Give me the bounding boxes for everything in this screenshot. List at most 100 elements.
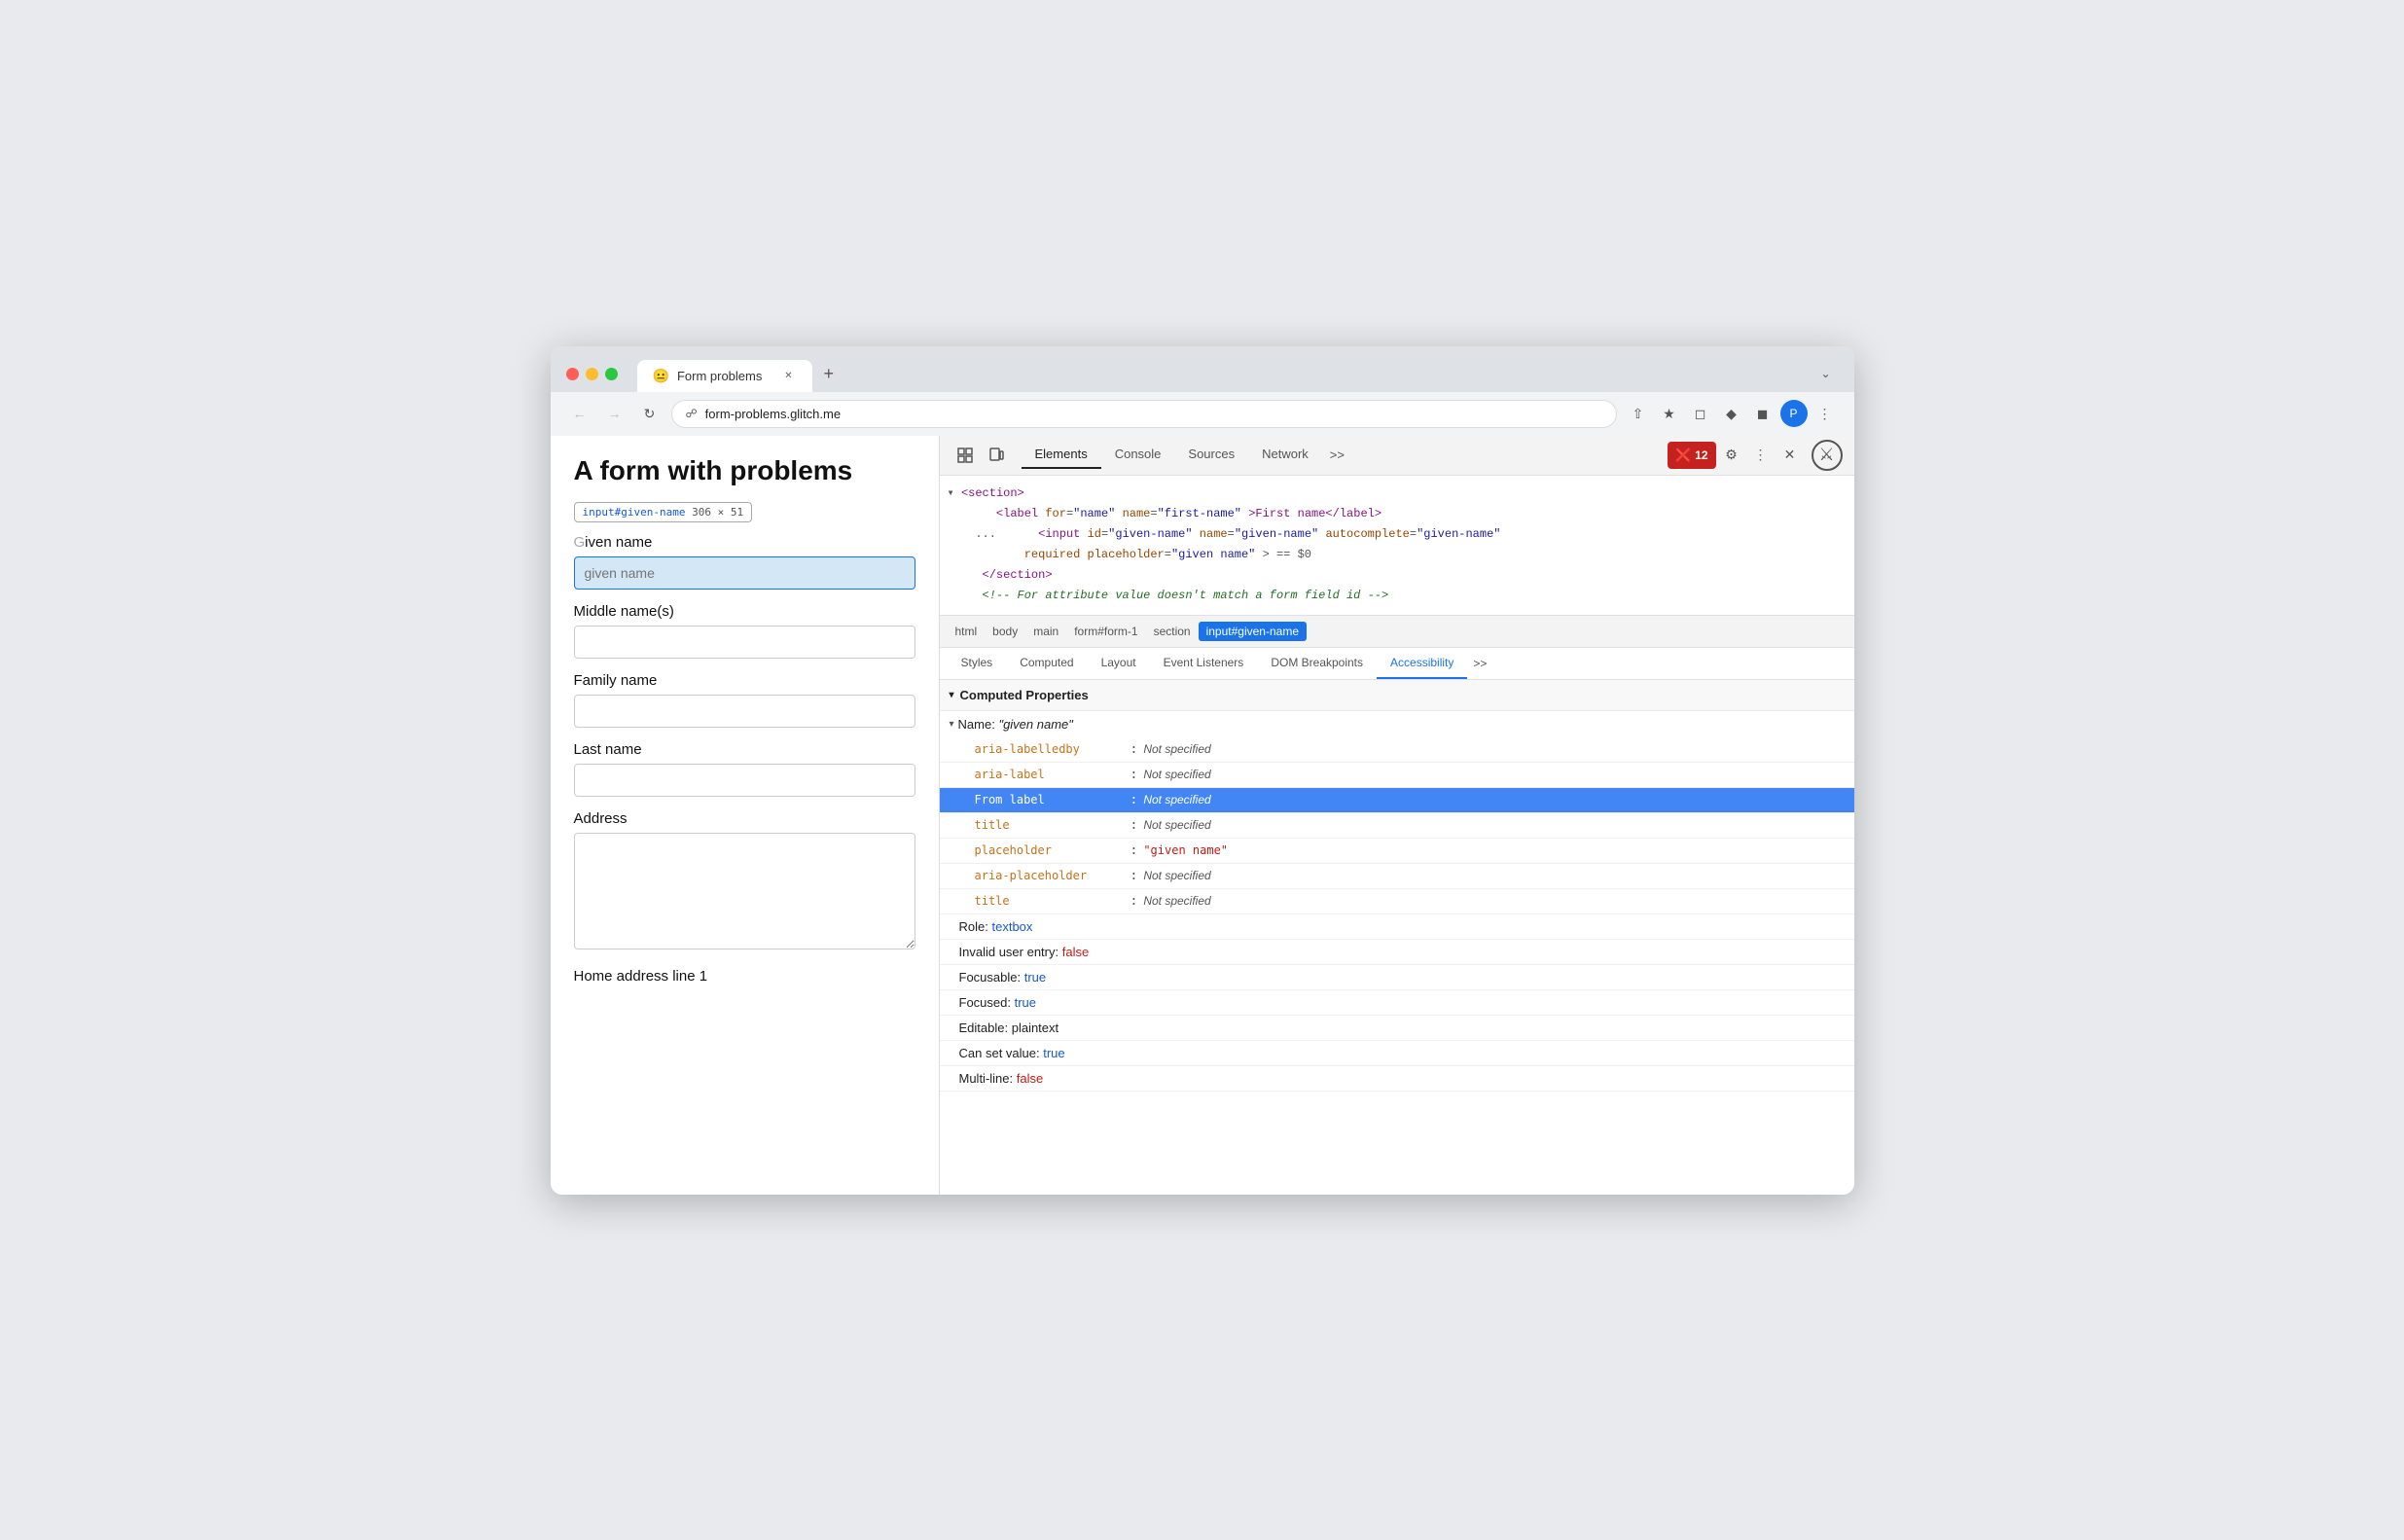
- forward-button[interactable]: →: [601, 400, 628, 427]
- reload-button[interactable]: ↻: [636, 400, 664, 427]
- tab-event-listeners[interactable]: Event Listeners: [1150, 648, 1258, 679]
- lock-icon: ☍: [686, 407, 698, 420]
- address-bar[interactable]: ☍ form-problems.glitch.me: [671, 400, 1617, 428]
- aria-placeholder-val: Not specified: [1143, 869, 1210, 882]
- title2-val: Not specified: [1143, 894, 1210, 908]
- middle-name-label: Middle name(s): [574, 603, 915, 620]
- breadcrumb-main[interactable]: main: [1025, 622, 1066, 641]
- bookmark-button[interactable]: ★: [1656, 400, 1683, 427]
- tab-layout[interactable]: Layout: [1088, 648, 1150, 679]
- devtools-close-button[interactable]: ✕: [1776, 442, 1804, 469]
- sidebar-button[interactable]: ◼: [1749, 400, 1776, 427]
- page-title: A form with problems: [574, 455, 915, 486]
- tab-computed[interactable]: Computed: [1006, 648, 1087, 679]
- aria-placeholder-row: aria-placeholder : Not specified: [940, 864, 1854, 889]
- invalid-label: Invalid user entry:: [959, 945, 1059, 959]
- given-name-label: Given name: [574, 534, 915, 551]
- name-expand-arrow[interactable]: ▾: [950, 719, 954, 730]
- address-label: Address: [574, 810, 915, 827]
- tab-styles[interactable]: Styles: [948, 648, 1007, 679]
- can-set-val: true: [1043, 1046, 1064, 1060]
- role-label: Role:: [959, 919, 988, 934]
- url-text: form-problems.glitch.me: [705, 407, 841, 421]
- dom-line-section-open: ▾ <section>: [940, 483, 1854, 504]
- devtools-tabs: Elements Console Sources Network >>: [1014, 441, 1664, 469]
- aria-labelledby-val: Not specified: [1143, 742, 1210, 756]
- invalid-row: Invalid user entry: false: [940, 940, 1854, 965]
- computed-properties-header[interactable]: ▾ Computed Properties: [940, 680, 1854, 711]
- title2-key: title: [975, 894, 1130, 908]
- breadcrumb-html[interactable]: html: [948, 622, 986, 641]
- breadcrumb-form[interactable]: form#form-1: [1066, 622, 1145, 641]
- address-input[interactable]: [574, 833, 915, 949]
- last-name-input[interactable]: [574, 764, 915, 797]
- role-val: textbox: [991, 919, 1032, 934]
- family-name-input[interactable]: [574, 695, 915, 728]
- placeholder-row: placeholder : "given name": [940, 839, 1854, 864]
- back-button[interactable]: ←: [566, 400, 593, 427]
- role-row: Role: textbox: [940, 914, 1854, 940]
- dom-line-section-close: </section>: [940, 565, 1854, 586]
- devtools-panel: Elements Console Sources Network >> ❌ 12…: [940, 436, 1854, 1195]
- device-toolbar-button[interactable]: [983, 442, 1010, 469]
- close-traffic-light[interactable]: [566, 368, 579, 380]
- aria-placeholder-key: aria-placeholder: [975, 869, 1130, 882]
- devtools-button[interactable]: ◆: [1718, 400, 1745, 427]
- devtools-settings-button[interactable]: ⚙: [1718, 442, 1745, 469]
- editable-label: Editable:: [959, 1021, 1009, 1035]
- active-tab[interactable]: 😐 Form problems ✕: [637, 360, 812, 392]
- multiline-val: false: [1017, 1071, 1043, 1086]
- tab-elements[interactable]: Elements: [1022, 441, 1101, 469]
- editable-row: Editable: plaintext: [940, 1016, 1854, 1041]
- dom-viewer: ▾ <section> <label for="name" name="firs…: [940, 476, 1854, 616]
- menu-button[interactable]: ⋮: [1812, 400, 1839, 427]
- placeholder-val: "given name": [1143, 843, 1228, 857]
- devtools-more-button[interactable]: ⋮: [1747, 442, 1775, 469]
- aria-label-val: Not specified: [1143, 768, 1210, 781]
- from-label-key: From label: [975, 793, 1130, 806]
- tab-console[interactable]: Console: [1101, 441, 1175, 469]
- home-address-label: Home address line 1: [574, 968, 915, 985]
- devtools-more-tabs[interactable]: >>: [1322, 442, 1352, 468]
- error-icon: ❌: [1675, 448, 1691, 463]
- editable-val: plaintext: [1012, 1021, 1058, 1035]
- profile-button[interactable]: P: [1780, 400, 1808, 427]
- maximize-traffic-light[interactable]: [605, 368, 618, 380]
- inspect-element-button[interactable]: [951, 442, 979, 469]
- tab-dom-breakpoints[interactable]: DOM Breakpoints: [1257, 648, 1377, 679]
- breadcrumb-input[interactable]: input#given-name: [1199, 622, 1307, 641]
- accessibility-panel: ▾ Computed Properties ▾ Name: "given nam…: [940, 680, 1854, 1195]
- from-label-val: Not specified: [1143, 793, 1210, 806]
- tab-network[interactable]: Network: [1248, 441, 1322, 469]
- given-name-input[interactable]: [574, 556, 915, 590]
- focusable-label: Focusable:: [959, 970, 1022, 985]
- aria-label-row: aria-label : Not specified: [940, 763, 1854, 788]
- focused-row: Focused: true: [940, 990, 1854, 1016]
- tab-title: Form problems: [677, 369, 773, 383]
- aria-label-key: aria-label: [975, 768, 1130, 781]
- minimize-traffic-light[interactable]: [586, 368, 598, 380]
- sub-tabs-more[interactable]: >>: [1467, 649, 1492, 678]
- breadcrumb-section[interactable]: section: [1146, 622, 1199, 641]
- breadcrumb-body[interactable]: body: [985, 622, 1025, 641]
- family-name-label: Family name: [574, 672, 915, 689]
- dom-line-input-2: required placeholder="given name" > == $…: [940, 545, 1854, 565]
- middle-name-input[interactable]: [574, 626, 915, 659]
- title2-row: title : Not specified: [940, 889, 1854, 914]
- share-button[interactable]: ⇧: [1625, 400, 1652, 427]
- tab-accessibility[interactable]: Accessibility: [1377, 648, 1467, 679]
- devtools-right-icons: ❌ 12 ⚙ ⋮ ✕: [1668, 442, 1804, 469]
- tab-dropdown[interactable]: ⌄: [1812, 359, 1838, 388]
- nav-bar: ← → ↻ ☍ form-problems.glitch.me ⇧ ★ ◻ ◆ …: [551, 392, 1854, 436]
- tab-close-button[interactable]: ✕: [781, 368, 797, 383]
- can-set-label: Can set value:: [959, 1046, 1040, 1060]
- title-bar: 😐 Form problems ✕ + ⌄: [551, 346, 1854, 392]
- computed-properties-arrow: ▾: [950, 690, 954, 700]
- browser-window: 😐 Form problems ✕ + ⌄ ← → ↻ ☍ form-probl…: [551, 346, 1854, 1195]
- dom-line-label: <label for="name" name="first-name" >Fir…: [940, 504, 1854, 524]
- tab-bar: 😐 Form problems ✕ +: [637, 356, 1802, 392]
- extension-button[interactable]: ◻: [1687, 400, 1714, 427]
- tab-sources[interactable]: Sources: [1174, 441, 1248, 469]
- multiline-label: Multi-line:: [959, 1071, 1014, 1086]
- new-tab-button[interactable]: +: [812, 356, 846, 392]
